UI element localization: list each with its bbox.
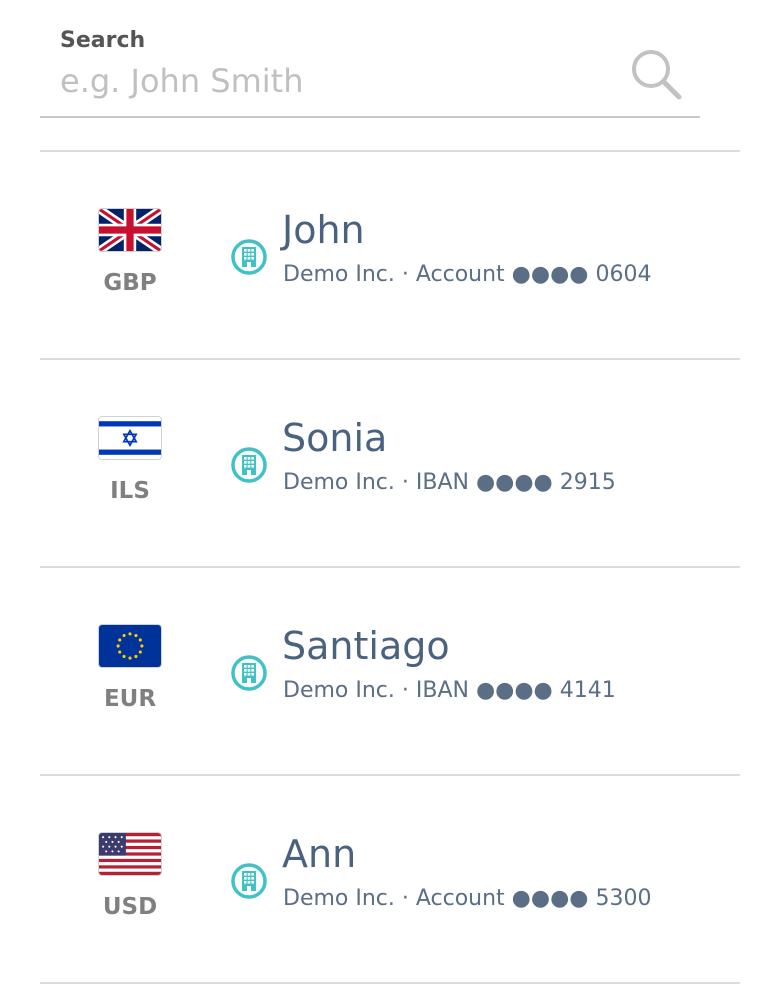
recipient-details: Demo Inc. · IBAN ●●●● 4141 — [283, 678, 616, 703]
bank-building-icon — [231, 863, 267, 899]
recipient-name: Santiago — [282, 624, 450, 668]
recipient-row[interactable]: EUR Santiago Demo Inc. · IBAN ●●●● 4141 — [40, 568, 740, 776]
bank-building-icon — [231, 239, 267, 275]
recipient-row[interactable]: GBP John Demo Inc. · Account ●●●● 0604 — [40, 152, 740, 360]
search-bar: Search — [40, 24, 700, 118]
uk-flag-icon — [99, 209, 161, 251]
search-icon[interactable] — [628, 46, 684, 102]
search-input[interactable] — [60, 60, 600, 102]
bank-building-icon — [231, 447, 267, 483]
israel-flag-icon — [99, 417, 161, 459]
recipient-details: Demo Inc. · Account ●●●● 0604 — [283, 262, 652, 287]
currency-code: EUR — [103, 686, 157, 712]
recipient-name: John — [282, 208, 365, 252]
currency-code: USD — [102, 894, 158, 920]
search-label: Search — [60, 28, 146, 53]
recipient-details: Demo Inc. · IBAN ●●●● 2915 — [283, 470, 616, 495]
recipient-list: GBP John Demo Inc. · Account ●●●● 0604 I… — [40, 152, 740, 984]
currency-code: GBP — [103, 270, 157, 296]
us-flag-icon — [99, 833, 161, 875]
recipient-name: Sonia — [282, 416, 388, 460]
eu-flag-icon — [99, 625, 161, 667]
currency-code: ILS — [110, 478, 150, 504]
recipient-name: Ann — [282, 832, 357, 876]
recipient-details: Demo Inc. · Account ●●●● 5300 — [283, 886, 652, 911]
bank-building-icon — [231, 655, 267, 691]
recipient-row[interactable]: ILS Sonia Demo Inc. · IBAN ●●●● 2915 — [40, 360, 740, 568]
recipient-row[interactable]: USD Ann Demo Inc. · Account ●●●● 5300 — [40, 776, 740, 984]
